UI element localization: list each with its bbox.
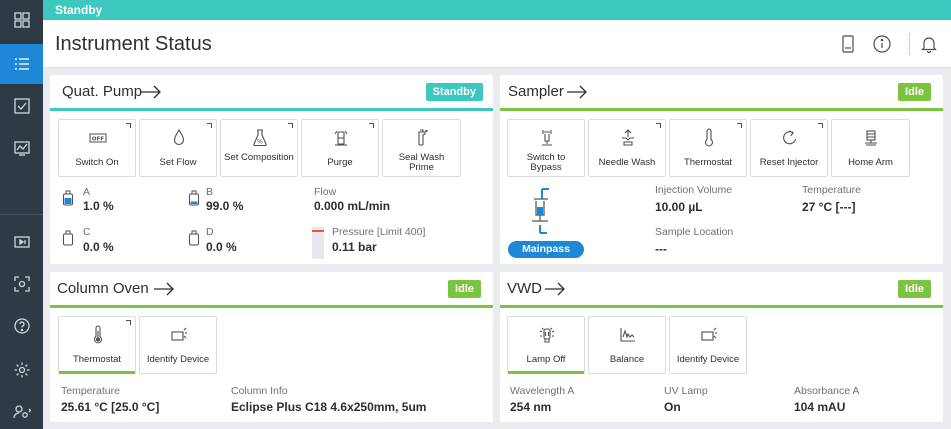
- reset-injector-button[interactable]: Reset Injector: [750, 119, 828, 177]
- page-title: Instrument Status: [55, 33, 212, 55]
- solvent-c-bottle-icon: [63, 230, 73, 246]
- uv-lamp-value: On: [664, 400, 681, 414]
- needle-wash-icon: [622, 129, 634, 146]
- oven-thermostat-button[interactable]: Thermostat: [58, 316, 136, 374]
- set-composition-button[interactable]: % Set Composition: [220, 119, 298, 177]
- bell-icon[interactable]: [919, 34, 939, 54]
- switch-on-button[interactable]: OFF Switch On: [58, 119, 136, 177]
- column-oven-header[interactable]: Column Oven Idle: [50, 272, 493, 305]
- wavelength-value: 254 nm: [510, 400, 552, 414]
- svg-text:%: %: [257, 139, 263, 146]
- settings-icon[interactable]: [0, 350, 43, 390]
- vwd-status-badge: Idle: [898, 280, 931, 298]
- solvent-d-bottle-icon: [189, 230, 199, 246]
- injector-diagram: [532, 188, 549, 234]
- info-icon[interactable]: [872, 34, 892, 54]
- flask-percent-icon: %: [253, 129, 267, 147]
- solvent-a-value: 1.0 %: [83, 199, 114, 213]
- quat-pump-header[interactable]: Quat. Pump Standby: [50, 75, 493, 108]
- off-switch-icon: OFF: [89, 133, 107, 143]
- set-flow-button[interactable]: Set Flow: [139, 119, 217, 177]
- reset-icon: [783, 130, 797, 145]
- flow-value: 0.000 mL/min: [314, 199, 391, 213]
- balance-icon: [620, 328, 635, 342]
- identify-device-icon: [171, 327, 187, 341]
- purge-button[interactable]: Purge: [301, 119, 379, 177]
- solvent-b-bottle-icon: [189, 190, 199, 206]
- injection-volume-value: 10.00 µL: [655, 200, 703, 214]
- needle-wash-button[interactable]: Needle Wash: [588, 119, 666, 177]
- status-bar: Standby: [43, 0, 951, 20]
- seal-wash-icon: [418, 129, 428, 146]
- sampler-header[interactable]: Sampler Idle: [500, 75, 943, 108]
- arrow-right-icon[interactable]: [140, 85, 162, 99]
- thermometer-icon: [704, 128, 714, 147]
- chart-icon[interactable]: [0, 128, 43, 168]
- arrow-right-icon[interactable]: [544, 282, 566, 296]
- sampler-status-badge: Idle: [898, 83, 931, 101]
- vwd-identify-device-button[interactable]: Identify Device: [669, 316, 747, 374]
- header: Instrument Status: [43, 20, 951, 68]
- lamp-icon: [539, 327, 555, 343]
- solvent-a-bottle-icon: [63, 190, 73, 206]
- phone-icon[interactable]: [838, 34, 858, 54]
- arrow-right-icon[interactable]: [566, 85, 588, 99]
- sampler-thermostat-button[interactable]: Thermostat: [669, 119, 747, 177]
- quat-pump-card: Quat. Pump Standby OFF Switch On Set Flo…: [50, 75, 493, 264]
- pressure-value: 0.11 bar: [332, 240, 377, 254]
- drop-icon: [173, 128, 185, 146]
- vwd-card: VWD Idle Lamp Off Balance Identify Devic…: [500, 272, 943, 422]
- identify-device-icon: [701, 327, 717, 341]
- list-icon[interactable]: [0, 44, 43, 84]
- pressure-gauge: [312, 227, 324, 259]
- sampler-card: Sampler Idle Switch to Bypass Needle Was…: [500, 75, 943, 264]
- vwd-title: VWD: [507, 280, 542, 297]
- balance-button[interactable]: Balance: [588, 316, 666, 374]
- oven-identify-device-button[interactable]: Identify Device: [139, 316, 217, 374]
- camera-focus-icon[interactable]: [0, 264, 43, 304]
- column-oven-title: Column Oven: [57, 280, 149, 297]
- column-oven-status-badge: Idle: [448, 280, 481, 298]
- switch-to-bypass-button[interactable]: Switch to Bypass: [507, 119, 585, 177]
- robot-arm-icon: [865, 130, 877, 146]
- lamp-off-button[interactable]: Lamp Off: [507, 316, 585, 374]
- seal-wash-prime-button[interactable]: Seal Wash Prime: [382, 119, 461, 177]
- absorbance-value: 104 mAU: [794, 400, 846, 414]
- oven-temperature-value: 25.61 °C [25.0 °C]: [61, 400, 160, 414]
- valve-icon: [542, 130, 552, 146]
- sample-location-value: ---: [655, 242, 667, 256]
- play-icon[interactable]: [0, 222, 43, 262]
- column-oven-card: Column Oven Idle Thermostat Identify Dev…: [50, 272, 493, 422]
- user-settings-icon[interactable]: [0, 392, 43, 429]
- solvent-c-value: 0.0 %: [83, 240, 114, 254]
- quat-pump-status-badge: Standby: [425, 83, 483, 101]
- purge-icon: [334, 130, 348, 146]
- sampler-title: Sampler: [508, 83, 564, 100]
- sampler-temperature-value: 27 °C [---]: [802, 200, 856, 214]
- solvent-b-value: 99.0 %: [206, 199, 244, 213]
- thermometer-icon: [93, 325, 103, 344]
- vwd-header[interactable]: VWD Idle: [500, 272, 943, 305]
- checklist-icon[interactable]: [0, 86, 43, 126]
- help-icon[interactable]: [0, 306, 43, 346]
- solvent-d-value: 0.0 %: [206, 240, 237, 254]
- mainpass-mode-indicator: Mainpass: [508, 241, 584, 258]
- left-rail: [0, 0, 43, 429]
- quat-pump-title: Quat. Pump: [62, 83, 143, 100]
- arrow-right-icon[interactable]: [153, 282, 175, 296]
- column-info-value: Eclipse Plus C18 4.6x250mm, 5um: [231, 400, 427, 414]
- svg-text:OFF: OFF: [92, 137, 104, 143]
- dashboard-icon[interactable]: [0, 0, 43, 40]
- home-arm-button[interactable]: Home Arm: [831, 119, 910, 177]
